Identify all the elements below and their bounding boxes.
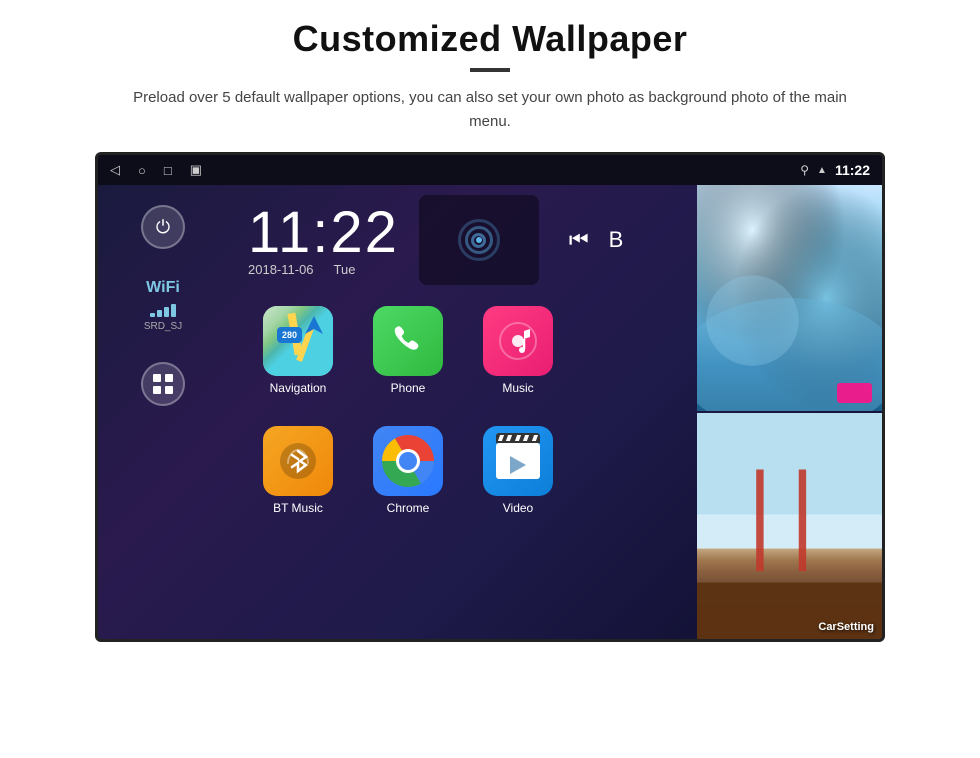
map-shield: 280 xyxy=(277,327,302,343)
wifi-widget: WiFi SRD_SJ xyxy=(144,279,182,332)
power-button[interactable]: ⏻ xyxy=(141,205,185,249)
app-grid: 280 Navigation xyxy=(238,295,697,525)
navigation-label: Navigation xyxy=(270,381,327,395)
main-content: ⏻ WiFi SRD_SJ xyxy=(98,185,882,639)
device-frame: ◁ ○ □ ▣ ⚲ ▲ 11:22 ⏻ WiFi xyxy=(95,152,885,642)
clapperboard-icon xyxy=(496,443,540,479)
left-sidebar: ⏻ WiFi SRD_SJ xyxy=(98,185,228,639)
phone-icon xyxy=(373,306,443,376)
stripe-1 xyxy=(498,435,505,441)
bridge-preview xyxy=(697,413,882,639)
clap-top xyxy=(496,433,540,443)
btmusic-label: BT Music xyxy=(273,501,323,515)
chrome-label: Chrome xyxy=(387,501,430,515)
title-divider xyxy=(470,68,510,72)
stripe-3 xyxy=(515,435,522,441)
media-controls: ⏮ B xyxy=(569,227,624,253)
status-time: 11:22 xyxy=(835,162,870,178)
stripe-2 xyxy=(506,435,513,441)
wifi-bar-4 xyxy=(171,304,176,317)
page-container: Customized Wallpaper Preload over 5 defa… xyxy=(0,0,980,758)
wifi-bar-2 xyxy=(157,310,162,317)
screenshot-icon[interactable]: ▣ xyxy=(190,162,202,178)
app-item-chrome[interactable]: Chrome xyxy=(358,415,458,525)
wifi-ssid: SRD_SJ xyxy=(144,321,182,332)
status-bar-left: ◁ ○ □ ▣ xyxy=(110,162,202,178)
app-item-btmusic[interactable]: BT Music xyxy=(248,415,348,525)
center-content: 11:22 2018-11-06 Tue xyxy=(228,185,697,639)
video-label: Video xyxy=(503,501,533,515)
clap-main xyxy=(496,443,540,479)
music-label: Music xyxy=(502,381,533,395)
page-title: Customized Wallpaper xyxy=(293,18,688,60)
page-subtitle: Preload over 5 default wallpaper options… xyxy=(130,86,850,134)
media-widget xyxy=(419,195,539,285)
signal-rings xyxy=(454,215,504,265)
clock-area: 11:22 2018-11-06 Tue xyxy=(238,195,697,285)
app-item-phone[interactable]: Phone xyxy=(358,295,458,405)
clock-day: Tue xyxy=(334,262,356,277)
stripe-4 xyxy=(523,435,530,441)
clock-widget: 11:22 2018-11-06 Tue xyxy=(248,204,399,277)
wifi-status-icon: ▲ xyxy=(817,165,827,176)
wallpaper-panel: CarSetting xyxy=(697,185,882,639)
wallpaper-thumb-bridge[interactable]: CarSetting xyxy=(697,413,882,639)
signal-dot xyxy=(476,237,482,243)
phone-label: Phone xyxy=(391,381,426,395)
home-icon[interactable]: ○ xyxy=(138,163,146,178)
wifi-label: WiFi xyxy=(144,279,182,297)
wallpaper-thumb-ice[interactable] xyxy=(697,185,882,411)
status-bar-right: ⚲ ▲ 11:22 xyxy=(800,162,870,178)
prev-track-button[interactable]: ⏮ xyxy=(569,227,589,253)
app-item-video[interactable]: Video xyxy=(468,415,568,525)
wifi-bar-1 xyxy=(150,313,155,317)
status-bar: ◁ ○ □ ▣ ⚲ ▲ 11:22 xyxy=(98,155,882,185)
back-icon[interactable]: ◁ xyxy=(110,162,120,178)
wifi-bar-3 xyxy=(164,307,169,317)
music-icon xyxy=(483,306,553,376)
btmusic-icon xyxy=(263,426,333,496)
car-setting-label: CarSetting xyxy=(818,621,874,633)
location-icon: ⚲ xyxy=(800,163,809,177)
pink-box-overlay xyxy=(837,383,872,403)
chrome-icon xyxy=(373,426,443,496)
clock-time: 11:22 xyxy=(248,204,399,262)
app-item-navigation[interactable]: 280 Navigation xyxy=(248,295,348,405)
clock-date-value: 2018-11-06 xyxy=(248,262,314,277)
recent-icon[interactable]: □ xyxy=(164,163,172,178)
navigation-icon: 280 xyxy=(263,306,333,376)
app-item-music[interactable]: Music xyxy=(468,295,568,405)
ice-cave-preview xyxy=(697,185,882,411)
wifi-bars xyxy=(144,301,182,317)
stripe-5 xyxy=(532,435,539,441)
track-label: B xyxy=(609,227,624,253)
apps-grid-button[interactable] xyxy=(141,362,185,406)
play-arrow xyxy=(510,456,526,474)
video-icon xyxy=(483,426,553,496)
